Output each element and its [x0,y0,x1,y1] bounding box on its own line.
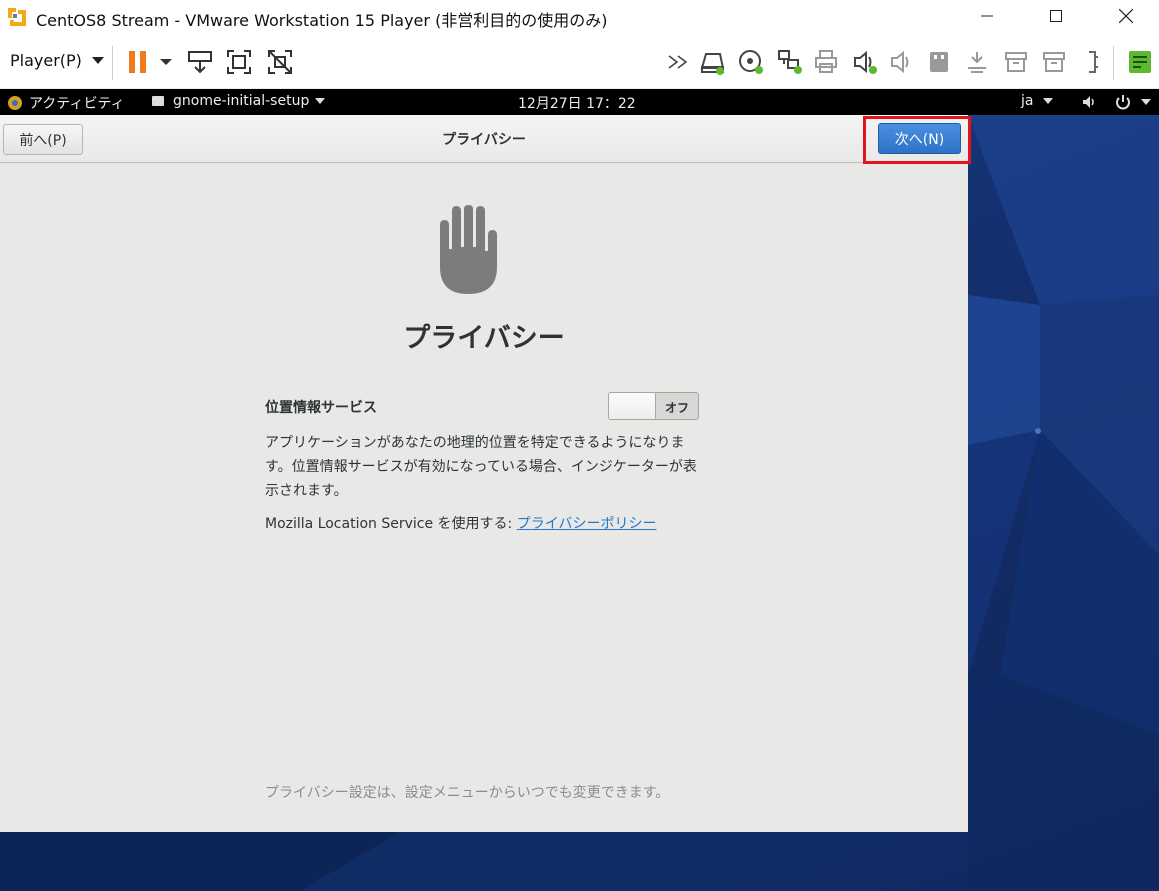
printer-button[interactable] [812,48,840,76]
minimize-button[interactable] [964,0,1010,32]
send-ctrl-alt-del-button[interactable] [186,48,214,76]
display-button[interactable] [1079,48,1107,76]
pause-icon [129,51,146,73]
clock[interactable]: 12月27日 17：22 [518,93,636,113]
volume-icon [1083,96,1094,108]
system-menu[interactable] [1082,93,1151,111]
header-title: プライバシー [442,132,526,148]
next-button-highlight [863,116,971,164]
pause-menu-button[interactable] [152,48,180,76]
usb-icon [930,52,948,72]
notes-button[interactable] [1126,48,1154,76]
mozilla-prefix: Mozilla Location Service を使用する: [265,516,517,532]
pause-button[interactable] [124,48,152,76]
network-adapter-button[interactable] [776,48,804,76]
app-icon [152,96,164,106]
toolbar-divider [1113,46,1114,80]
window-titlebar: CentOS8 Stream - VMware Workstation 15 P… [0,0,1159,36]
privacy-policy-link[interactable]: プライバシーポリシー [517,516,657,532]
sound-icon [854,50,877,74]
chevron-down-icon [91,57,104,64]
toggle-knob [609,393,656,419]
location-services-toggle[interactable]: オフ [608,392,699,420]
close-button[interactable] [1103,0,1149,32]
player-menu[interactable]: Player(P) [10,51,104,70]
more-icon [668,55,688,69]
archive-icon [1043,52,1065,72]
app-menu-label: gnome-initial-setup [173,93,310,109]
privacy-hand-icon [440,205,497,294]
network-adapter-icon [778,50,802,74]
unity-button[interactable] [266,48,294,76]
app-menu[interactable]: gnome-initial-setup [151,93,326,109]
gnome-top-bar: アクティビティ gnome-initial-setup 12月27日 17：22… [0,89,1159,115]
activities-button[interactable]: アクティビティ [6,93,125,113]
vmware-toolbar: Player(P) [0,36,1159,89]
chevron-down-icon [1043,98,1054,104]
fullscreen-button[interactable] [225,48,253,76]
clock-label: 12月27日 17：22 [518,96,636,112]
gnome-logo-icon [8,96,22,110]
page-title: プライバシー [403,323,565,354]
header-bar: 前へ(P) プライバシー 次へ(N) [0,115,968,163]
mozilla-location-line: Mozilla Location Service を使用する: プライバシーポリ… [265,513,656,533]
archive-icon [1005,52,1027,72]
close-icon [1119,9,1133,23]
cd-dvd-icon [739,50,763,74]
footer-note: プライバシー設定は、設定メニューからいつでも変更できます。 [265,785,670,801]
archive-button-1[interactable] [1002,48,1030,76]
maximize-button[interactable] [1033,0,1079,32]
toolbar-divider [112,46,113,80]
bluetooth-icon [968,52,986,73]
usb-button[interactable] [925,48,953,76]
more-devices-button[interactable] [665,48,693,76]
notes-icon [1129,51,1151,73]
minimize-icon [981,15,993,17]
location-services-label: 位置情報サービス [265,400,377,416]
chevron-down-icon [1141,99,1151,105]
location-description: アプリケーションがあなたの地理的位置を特定できるようになります。位置情報サービス… [265,435,697,499]
language-label: ja [1021,93,1034,109]
fullscreen-icon [227,50,251,74]
toggle-state-label: オフ [664,401,689,415]
display-icon [1089,51,1098,73]
chevron-down-icon [160,59,172,65]
hard-disk-icon [700,53,725,75]
hard-disk-button[interactable] [698,48,726,76]
cd-dvd-button[interactable] [737,48,765,76]
maximize-icon [1050,10,1062,22]
printer-icon [815,50,837,73]
bluetooth-button[interactable] [963,48,991,76]
activities-label: アクティビティ [29,96,125,112]
sound-muted-icon [891,50,909,74]
sound-device-2-button[interactable] [888,48,916,76]
send-ctrl-alt-del-icon [188,51,212,74]
unity-icon [268,50,292,74]
chevron-down-icon [315,98,326,104]
sound-button[interactable] [851,48,879,76]
language-menu[interactable]: ja [1021,93,1054,109]
player-menu-label: Player(P) [10,51,82,70]
vmware-app-icon [7,7,29,29]
window-title: CentOS8 Stream - VMware Workstation 15 P… [36,11,608,30]
power-icon [1116,95,1130,110]
archive-button-2[interactable] [1040,48,1068,76]
